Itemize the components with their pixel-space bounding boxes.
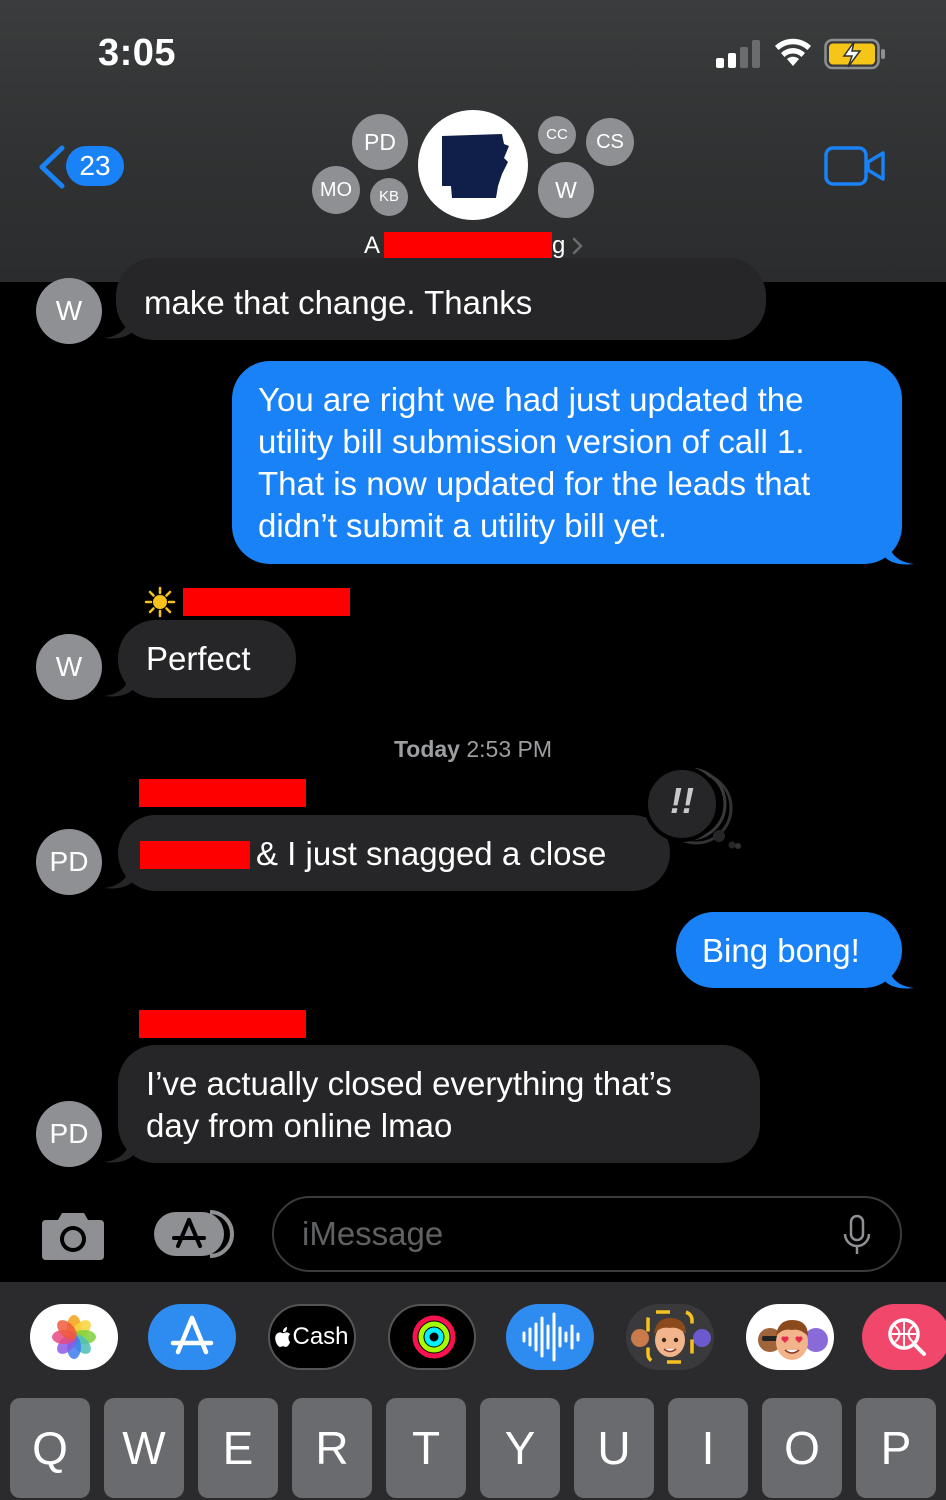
reaction-exclamation: !!	[670, 780, 694, 821]
message-bubble-incoming[interactable]: make that change. Thanks	[116, 258, 766, 340]
images-search-app-button[interactable]	[862, 1304, 946, 1370]
message-input-field[interactable]	[272, 1196, 902, 1272]
redacted-sender-name	[139, 779, 306, 807]
key-r[interactable]: R	[292, 1398, 372, 1498]
key-q[interactable]: Q	[10, 1398, 90, 1498]
sender-avatar-pd[interactable]: PD	[36, 1101, 102, 1167]
memoji-stickers-icon	[758, 1320, 828, 1360]
app-store-app-button[interactable]	[148, 1304, 236, 1370]
bubble-tail	[104, 674, 134, 697]
message-bubble-incoming[interactable]: & I just snagged a close	[118, 815, 670, 891]
redacted-name-in-message	[140, 841, 250, 869]
group-photo-avatar[interactable]	[418, 110, 528, 220]
member-avatar-mo: MO	[312, 166, 360, 214]
message-text: Perfect	[146, 640, 251, 677]
audio-message-app-button[interactable]	[506, 1304, 594, 1370]
cash-label: Cash	[292, 1323, 349, 1350]
key-p[interactable]: P	[856, 1398, 936, 1498]
memoji-stickers-app-button[interactable]	[746, 1304, 834, 1370]
chevron-right-icon	[573, 237, 584, 255]
message-text: & I just snagged a close	[256, 835, 607, 872]
key-e[interactable]: E	[198, 1398, 278, 1498]
redacted-sender-name	[139, 1010, 306, 1038]
message-line: I’ve actually closed everything that’s	[146, 1065, 672, 1102]
timestamp-day: Today	[393, 736, 460, 762]
bubble-tail	[884, 966, 914, 989]
apple-logo-icon	[275, 1327, 291, 1347]
key-t[interactable]: T	[386, 1398, 466, 1498]
photos-app-button[interactable]	[30, 1304, 118, 1370]
apple-cash-app-button[interactable]: Cash	[268, 1304, 356, 1370]
arkansas-state-icon	[442, 134, 509, 198]
message-bubble-outgoing[interactable]: Bing bong!	[676, 912, 902, 988]
member-avatar-cs: CS	[586, 118, 634, 166]
bubble-tail	[884, 542, 914, 565]
conversation-timestamp: Today 2:53 PM	[0, 736, 946, 763]
key-i[interactable]: I	[668, 1398, 748, 1498]
message-bubble-incoming[interactable]: Perfect	[118, 620, 296, 698]
message-input[interactable]	[302, 1198, 822, 1270]
sun-emoji-icon	[144, 586, 176, 618]
timestamp-time: 2:53 PM	[466, 736, 553, 762]
emphasis-reaction[interactable]: !!	[644, 766, 744, 850]
key-o[interactable]: O	[762, 1398, 842, 1498]
message-line: utility bill submission version of call …	[258, 423, 805, 460]
sender-avatar-w[interactable]: W	[36, 634, 102, 700]
bubble-tail	[104, 1140, 134, 1163]
message-bubble-outgoing[interactable]: You are right we had just updated the ut…	[232, 361, 902, 564]
message-line: didn’t submit a utility bill yet.	[258, 507, 668, 544]
redacted-sender-name	[183, 588, 350, 616]
audio-waveform-icon	[522, 1312, 580, 1362]
sender-avatar-w[interactable]: W	[36, 278, 102, 344]
conversation-header: 3:05 23 PD MO KB CC CS W A g	[0, 0, 946, 282]
member-avatar-w: W	[538, 162, 594, 218]
message-line: That is now updated for the leads that	[258, 465, 811, 502]
status-time: 3:05	[98, 32, 177, 74]
battery-charging-icon	[824, 38, 885, 70]
memoji-icon	[631, 1310, 711, 1364]
bubble-tail	[104, 866, 134, 889]
message-text: make that change. Thanks	[144, 284, 533, 321]
group-name-end: g	[552, 232, 566, 259]
message-bubble-incoming[interactable]: I’ve actually closed everything that’s d…	[118, 1045, 760, 1163]
app-store-drawer-icon[interactable]	[154, 1208, 236, 1260]
cellular-signal-icon	[716, 40, 762, 68]
microphone-icon[interactable]	[842, 1214, 872, 1256]
image-search-icon	[888, 1318, 926, 1356]
app-store-icon	[170, 1315, 214, 1355]
chevron-left-icon	[39, 145, 65, 189]
photos-icon	[52, 1315, 96, 1359]
member-avatar-pd: PD	[352, 114, 408, 170]
group-name-start: A	[364, 232, 381, 259]
message-line: day from online lmao	[146, 1107, 453, 1144]
key-w[interactable]: W	[104, 1398, 184, 1498]
member-avatar-cc: CC	[538, 116, 576, 154]
fitness-app-button[interactable]	[388, 1304, 476, 1370]
key-y[interactable]: Y	[480, 1398, 560, 1498]
bubble-tail	[104, 316, 134, 339]
message-text: Bing bong!	[702, 932, 860, 969]
member-avatar-kb: KB	[370, 178, 408, 216]
activity-rings-icon	[412, 1315, 456, 1359]
camera-icon[interactable]	[40, 1210, 106, 1260]
redaction-bar	[384, 232, 553, 260]
wifi-icon	[775, 38, 811, 66]
facetime-video-icon[interactable]	[824, 146, 886, 186]
unread-count-badge: 23	[66, 146, 124, 186]
key-u[interactable]: U	[574, 1398, 654, 1498]
sender-avatar-pd[interactable]: PD	[36, 829, 102, 895]
group-name-link[interactable]: A g	[364, 232, 585, 260]
memoji-app-button[interactable]	[626, 1304, 714, 1370]
message-line: You are right we had just updated the	[258, 381, 804, 418]
